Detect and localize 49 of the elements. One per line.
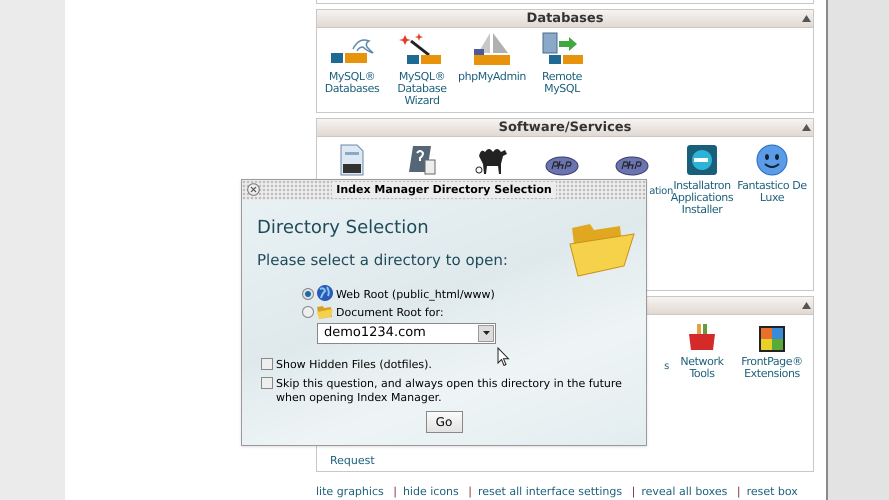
toolbox-icon[interactable] <box>687 322 717 352</box>
question-book-icon[interactable] <box>407 144 437 176</box>
mouse-cursor-icon <box>497 347 510 367</box>
icon-link[interactable]: s <box>664 361 669 373</box>
icon-link[interactable]: Fantastico De Luxe <box>737 180 807 204</box>
collapse-icon[interactable] <box>802 15 811 22</box>
panel-title: Software/Services <box>498 118 632 137</box>
footer-link[interactable]: reveal all boxes <box>641 485 728 498</box>
link-separator: | <box>468 485 472 498</box>
icon-link[interactable]: ation <box>649 186 673 198</box>
icon-link[interactable]: phpMyAdmin <box>458 71 526 83</box>
radio-button[interactable] <box>302 288 314 300</box>
radio-label: Document Root for: <box>336 306 444 320</box>
radio-button[interactable] <box>302 306 314 318</box>
icon-link[interactable]: Remote MySQL <box>527 71 597 95</box>
checkbox-label: Skip this question, and always open this directory in the future when opening Index Manager. <box>276 376 623 404</box>
smiley-icon[interactable] <box>756 144 788 176</box>
domain-dropdown[interactable]: demo1234.com <box>317 322 496 344</box>
icon-link[interactable]: Request <box>330 455 375 467</box>
link-separator: | <box>393 485 397 498</box>
link-separator: | <box>632 485 636 498</box>
checkbox[interactable] <box>261 376 273 388</box>
go-button[interactable]: Go <box>426 410 462 432</box>
dialog-prompt: Please select a directory to open: <box>257 250 509 271</box>
icon-link[interactable]: MySQL® Database Wizard <box>387 71 457 107</box>
close-icon[interactable] <box>247 183 260 196</box>
puzzle-icon[interactable] <box>759 326 785 352</box>
panel-title: Databases <box>526 10 604 28</box>
icon-link[interactable]: FrontPage® Extensions <box>737 356 807 380</box>
radio-label: Web Root (public_html/www) <box>336 288 495 302</box>
footer-link[interactable]: hide icons <box>402 485 459 498</box>
dialog-heading: Directory Selection <box>257 216 430 240</box>
folder-icon <box>316 304 334 320</box>
link-separator: | <box>736 485 741 498</box>
collapse-icon[interactable] <box>802 124 811 131</box>
document-icon[interactable] <box>339 144 365 176</box>
globe-icon <box>316 284 334 302</box>
folder-icon <box>568 222 636 278</box>
checkbox[interactable] <box>261 358 273 370</box>
footer-link[interactable]: lite graphics <box>316 485 384 498</box>
php-logo-icon[interactable] <box>545 156 579 176</box>
footer-link[interactable]: reset box <box>746 485 798 498</box>
icon-link[interactable]: MySQL® Databases <box>317 71 387 95</box>
footer-link[interactable]: reset all interface settings <box>478 485 622 498</box>
collapse-icon[interactable] <box>802 302 811 309</box>
power-square-icon[interactable] <box>686 144 718 176</box>
php-logo-icon[interactable] <box>615 156 649 176</box>
dialog-title: Index Manager Directory Selection <box>332 182 556 198</box>
checkbox-label: Show Hidden Files (dotfiles). <box>276 358 433 372</box>
